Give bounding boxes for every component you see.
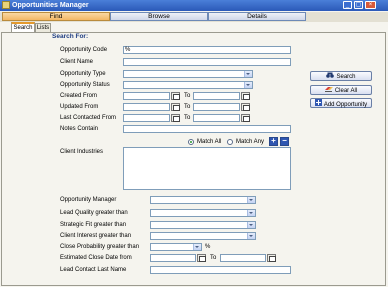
- calendar-icon[interactable]: [241, 103, 250, 111]
- title-bar[interactable]: Opportunities Manager _ ▢ ×: [0, 0, 388, 11]
- percent-sign: %: [205, 244, 211, 250]
- calendar-icon[interactable]: [171, 92, 180, 100]
- search-for-heading: Search For:: [52, 33, 89, 40]
- add-opportunity-button[interactable]: Add Opportunity: [310, 98, 372, 108]
- created-from-input[interactable]: [123, 92, 170, 100]
- last-contacted-from-label: Last Contacted From: [60, 115, 117, 121]
- eraser-icon: [324, 86, 333, 95]
- client-name-input[interactable]: [123, 58, 291, 66]
- opportunity-status-label: Opportunity Status: [60, 82, 110, 88]
- chevron-down-icon[interactable]: [247, 233, 255, 239]
- estimated-close-to-label: To: [210, 255, 217, 261]
- match-all-label: Match All: [197, 139, 222, 145]
- chevron-down-icon[interactable]: [193, 244, 201, 250]
- lead-contact-last-name-label: Lead Contact Last Name: [60, 267, 127, 273]
- match-any-label: Match Any: [236, 139, 265, 145]
- opportunity-code-input[interactable]: %: [123, 46, 291, 54]
- notes-contain-input[interactable]: [123, 125, 291, 133]
- strategic-fit-select[interactable]: [150, 221, 256, 229]
- close-probability-select[interactable]: [150, 243, 202, 251]
- lead-quality-label: Lead Quality greater than: [60, 210, 128, 216]
- client-interest-label: Client Interest greater than: [60, 233, 132, 239]
- close-button[interactable]: ×: [365, 1, 376, 9]
- chevron-down-icon[interactable]: [247, 222, 255, 228]
- plus-icon: [314, 99, 322, 109]
- search-button-label: Search: [336, 74, 356, 80]
- tab-details[interactable]: Details: [208, 12, 306, 21]
- opportunity-type-label: Opportunity Type: [60, 71, 106, 77]
- estimated-close-date-label: Estimated Close Date from: [60, 255, 132, 261]
- estimated-close-date-to-input[interactable]: [220, 254, 266, 262]
- maximize-button[interactable]: ▢: [354, 1, 363, 9]
- calendar-icon[interactable]: [241, 92, 250, 100]
- clear-all-button-label: Clear All: [334, 88, 358, 94]
- calendar-icon[interactable]: [197, 254, 206, 262]
- binoculars-icon: [326, 72, 335, 81]
- sub-tab-bar: Search Lists: [0, 22, 388, 32]
- opportunity-type-select[interactable]: [123, 70, 253, 78]
- match-all-radio[interactable]: [188, 139, 194, 145]
- notes-contain-label: Notes Contain: [60, 126, 99, 132]
- opportunity-manager-label: Opportunity Manager: [60, 197, 117, 203]
- updated-from-label: Updated From: [60, 104, 99, 110]
- opportunities-manager-window: Opportunities Manager _ ▢ × Find Browse …: [0, 0, 388, 287]
- last-contacted-from-input[interactable]: [123, 114, 170, 122]
- window-title: Opportunities Manager: [12, 2, 89, 9]
- app-icon: [2, 1, 10, 9]
- search-button[interactable]: Search: [310, 71, 372, 81]
- chevron-down-icon[interactable]: [247, 210, 255, 216]
- minimize-button[interactable]: _: [343, 1, 352, 9]
- client-industries-label: Client Industries: [60, 149, 104, 155]
- chevron-down-icon[interactable]: [247, 197, 255, 203]
- lead-contact-last-name-input[interactable]: [150, 266, 291, 274]
- tab-lists[interactable]: Lists: [35, 23, 51, 32]
- tab-search[interactable]: Search: [11, 22, 35, 32]
- client-industries-list[interactable]: [123, 147, 291, 190]
- opportunity-status-select[interactable]: [123, 81, 253, 89]
- add-opportunity-button-label: Add Opportunity: [323, 102, 368, 108]
- client-interest-select[interactable]: [150, 232, 256, 240]
- calendar-icon[interactable]: [171, 103, 180, 111]
- updated-to-input[interactable]: [193, 103, 240, 111]
- estimated-close-date-from-input[interactable]: [150, 254, 196, 262]
- clear-all-button[interactable]: Clear All: [310, 85, 372, 95]
- chevron-down-icon[interactable]: [244, 71, 252, 77]
- chevron-down-icon[interactable]: [244, 82, 252, 88]
- calendar-icon[interactable]: [171, 114, 180, 122]
- main-tab-bar: Find Browse Details: [0, 12, 388, 22]
- updated-from-input[interactable]: [123, 103, 170, 111]
- close-probability-label: Close Probability greater than: [60, 244, 140, 250]
- last-contacted-to-input[interactable]: [193, 114, 240, 122]
- tab-browse[interactable]: Browse: [110, 12, 208, 21]
- created-to-input[interactable]: [193, 92, 240, 100]
- calendar-icon[interactable]: [241, 114, 250, 122]
- created-to-label: To: [184, 93, 191, 99]
- calendar-icon[interactable]: [267, 254, 276, 262]
- remove-industry-button[interactable]: −: [280, 137, 289, 146]
- client-name-label: Client Name: [60, 59, 94, 65]
- opportunity-code-label: Opportunity Code: [60, 47, 108, 53]
- tab-find[interactable]: Find: [2, 12, 110, 21]
- created-from-label: Created From: [60, 93, 98, 99]
- match-any-radio[interactable]: [227, 139, 233, 145]
- opportunity-manager-select[interactable]: [150, 196, 256, 204]
- lead-quality-select[interactable]: [150, 209, 256, 217]
- last-contacted-to-label: To: [184, 115, 191, 121]
- strategic-fit-label: Strategic Fit greater than: [60, 222, 127, 228]
- add-industry-button[interactable]: +: [269, 137, 278, 146]
- updated-to-label: To: [184, 104, 191, 110]
